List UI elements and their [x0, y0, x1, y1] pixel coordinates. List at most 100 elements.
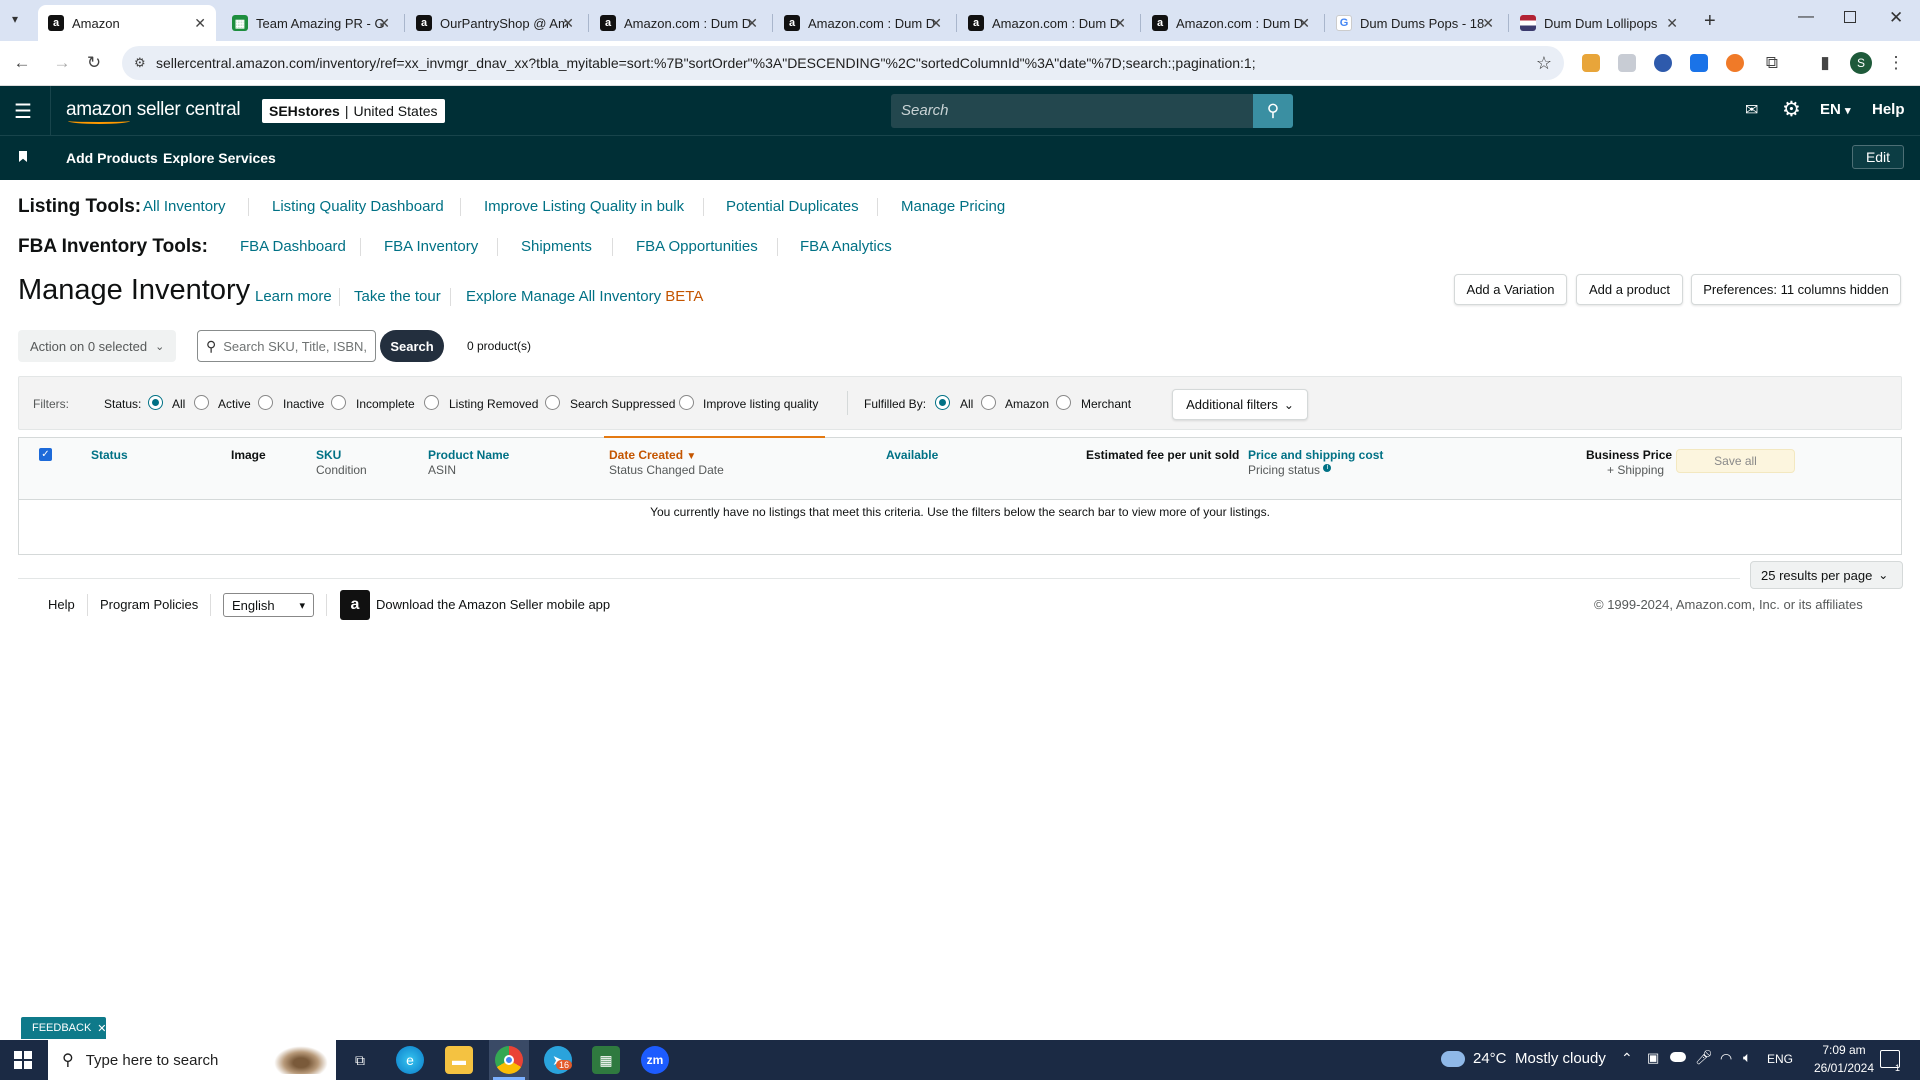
status-radio-improve-listing-quality[interactable]	[679, 395, 694, 410]
bookmark-star-icon[interactable]: ☆	[1536, 46, 1552, 80]
link-potential-duplicates[interactable]: Potential Duplicates	[726, 198, 859, 215]
extension-icon[interactable]	[1726, 54, 1744, 72]
status-radio-all[interactable]	[148, 395, 163, 410]
fulfilled-radio-all[interactable]	[935, 395, 950, 410]
minimize-icon[interactable]: —	[1798, 8, 1814, 26]
link-listing-quality-dashboard[interactable]: Listing Quality Dashboard	[272, 198, 444, 215]
col-available[interactable]: Available	[886, 448, 938, 462]
link-fba-inventory[interactable]: FBA Inventory	[384, 238, 478, 255]
link-all-inventory[interactable]: All Inventory	[143, 198, 226, 215]
add-variation-button[interactable]: Add a Variation	[1454, 274, 1567, 305]
microphone-icon[interactable]: 🎤︎	[1695, 1049, 1713, 1066]
tab-search-dropdown-icon[interactable]: ▾	[12, 12, 28, 28]
header-help-link[interactable]: Help	[1872, 101, 1905, 118]
info-icon[interactable]: i	[1323, 464, 1332, 472]
close-icon[interactable]: ✕	[562, 15, 574, 32]
taskbar-search-box[interactable]: ⚲ Type here to search	[48, 1040, 336, 1080]
link-explore-manage-all-inventory[interactable]: Explore Manage All Inventory BETA	[466, 288, 703, 305]
extension-icon[interactable]	[1690, 54, 1708, 72]
task-view-icon[interactable]: ⧉	[346, 1046, 374, 1074]
nav-edit-button[interactable]: Edit	[1852, 145, 1904, 169]
col-price-shipping[interactable]: Price and shipping cost	[1248, 448, 1383, 462]
col-date-created[interactable]: Date Created ▼	[609, 448, 696, 462]
back-icon[interactable]: ←	[10, 51, 34, 75]
weather-description[interactable]: Mostly cloudy	[1515, 1050, 1606, 1067]
chevron-up-icon[interactable]: ⌃	[1621, 1050, 1633, 1067]
status-radio-incomplete[interactable]	[331, 395, 346, 410]
chrome-icon[interactable]	[495, 1046, 523, 1074]
header-search-button[interactable]: ⚲	[1253, 94, 1293, 128]
close-icon[interactable]: ✕	[1298, 15, 1310, 32]
feedback-button[interactable]: FEEDBACK ✕	[21, 1017, 107, 1039]
link-shipments[interactable]: Shipments	[521, 238, 592, 255]
wifi-icon[interactable]: ◠	[1720, 1050, 1732, 1067]
close-icon[interactable]: ✕	[746, 15, 758, 32]
inventory-search-button[interactable]: Search	[380, 330, 444, 362]
link-improve-listing-quality[interactable]: Improve Listing Quality in bulk	[484, 198, 684, 215]
volume-icon[interactable]: 🔈︎	[1743, 1049, 1751, 1066]
fulfilled-radio-merchant[interactable]	[1056, 395, 1071, 410]
windows-start-icon[interactable]	[14, 1051, 32, 1069]
browser-menu-icon[interactable]: ⋮	[1884, 51, 1908, 75]
close-icon[interactable]: ✕	[1114, 15, 1126, 32]
header-search-input[interactable]: Search	[891, 94, 1253, 128]
browser-tab-ourpantryshop[interactable]: a OurPantryShop @ Am ✕	[406, 5, 584, 41]
mail-icon[interactable]: ✉	[1745, 100, 1758, 120]
extension-icon[interactable]	[1654, 54, 1672, 72]
col-product-name[interactable]: Product Name	[428, 448, 509, 462]
edge-icon[interactable]: e	[396, 1046, 424, 1074]
browser-tab-amazon[interactable]: a Amazon ✕	[38, 5, 216, 41]
restore-icon[interactable]	[1844, 11, 1856, 23]
clock-time[interactable]: 7:09 am	[1810, 1043, 1878, 1057]
status-radio-active[interactable]	[194, 395, 209, 410]
onedrive-icon[interactable]	[1670, 1052, 1686, 1062]
footer-language-select[interactable]: English ▾	[223, 593, 314, 617]
window-close-icon[interactable]: ✕	[1889, 8, 1903, 28]
reload-icon[interactable]: ↻	[82, 51, 106, 75]
close-icon[interactable]: ✕	[97, 1022, 106, 1035]
site-info-icon[interactable]: ⚙	[134, 46, 146, 80]
select-all-checkbox[interactable]: ✓	[39, 448, 52, 461]
nav-explore-services[interactable]: Explore Services	[163, 150, 276, 166]
results-per-page-dropdown[interactable]: 25 results per page ⌄	[1750, 561, 1903, 589]
status-radio-listing-removed[interactable]	[424, 395, 439, 410]
new-tab-icon[interactable]: +	[1704, 10, 1716, 33]
link-fba-dashboard[interactable]: FBA Dashboard	[240, 238, 346, 255]
col-status[interactable]: Status	[91, 448, 128, 462]
browser-tab-amazon-dum-2[interactable]: a Amazon.com : Dum D ✕	[774, 5, 952, 41]
col-sku[interactable]: SKU	[316, 448, 341, 462]
store-switcher[interactable]: SEHstores | United States	[262, 99, 445, 123]
side-panel-icon[interactable]: ▮	[1813, 51, 1837, 75]
input-language[interactable]: ENG	[1767, 1052, 1793, 1066]
clock-date[interactable]: 26/01/2024	[1810, 1061, 1878, 1075]
forward-icon[interactable]: →	[50, 51, 74, 75]
close-icon[interactable]: ✕	[378, 15, 390, 32]
status-radio-search-suppressed[interactable]	[545, 395, 560, 410]
close-icon[interactable]: ✕	[1666, 15, 1678, 32]
footer-help-link[interactable]: Help	[48, 597, 75, 612]
link-fba-analytics[interactable]: FBA Analytics	[800, 238, 892, 255]
browser-tab-sheets[interactable]: ▦ Team Amazing PR - G ✕	[222, 5, 400, 41]
close-icon[interactable]: ✕	[194, 15, 206, 32]
bookmark-icon[interactable]	[19, 151, 27, 162]
zoom-icon[interactable]: zm	[641, 1046, 669, 1074]
file-explorer-icon[interactable]: ▬	[445, 1046, 473, 1074]
profile-avatar[interactable]: S	[1850, 52, 1872, 74]
browser-tab-dum-dum-lollipops[interactable]: Dum Dum Lollipops ✕	[1510, 5, 1688, 41]
browser-tab-amazon-dum-4[interactable]: a Amazon.com : Dum D ✕	[1142, 5, 1320, 41]
link-take-the-tour[interactable]: Take the tour	[354, 288, 441, 305]
preferences-button[interactable]: Preferences: 11 columns hidden	[1691, 274, 1901, 305]
hamburger-menu-icon[interactable]: ☰	[14, 99, 32, 124]
fulfilled-radio-amazon[interactable]	[981, 395, 996, 410]
footer-program-policies-link[interactable]: Program Policies	[100, 597, 198, 612]
browser-tab-dum-dums-pops[interactable]: G Dum Dums Pops - 18 ✕	[1326, 5, 1504, 41]
tray-icon[interactable]: ▣	[1647, 1050, 1659, 1066]
close-icon[interactable]: ✕	[1482, 15, 1494, 32]
calculator-icon[interactable]: ▦	[592, 1046, 620, 1074]
status-radio-inactive[interactable]	[258, 395, 273, 410]
extensions-puzzle-icon[interactable]: ⧉	[1760, 51, 1784, 75]
close-icon[interactable]: ✕	[930, 15, 942, 32]
weather-temperature[interactable]: 24°C	[1473, 1050, 1507, 1067]
bulk-action-dropdown[interactable]: Action on 0 selected ⌄	[18, 330, 176, 362]
extension-icon[interactable]	[1618, 54, 1636, 72]
